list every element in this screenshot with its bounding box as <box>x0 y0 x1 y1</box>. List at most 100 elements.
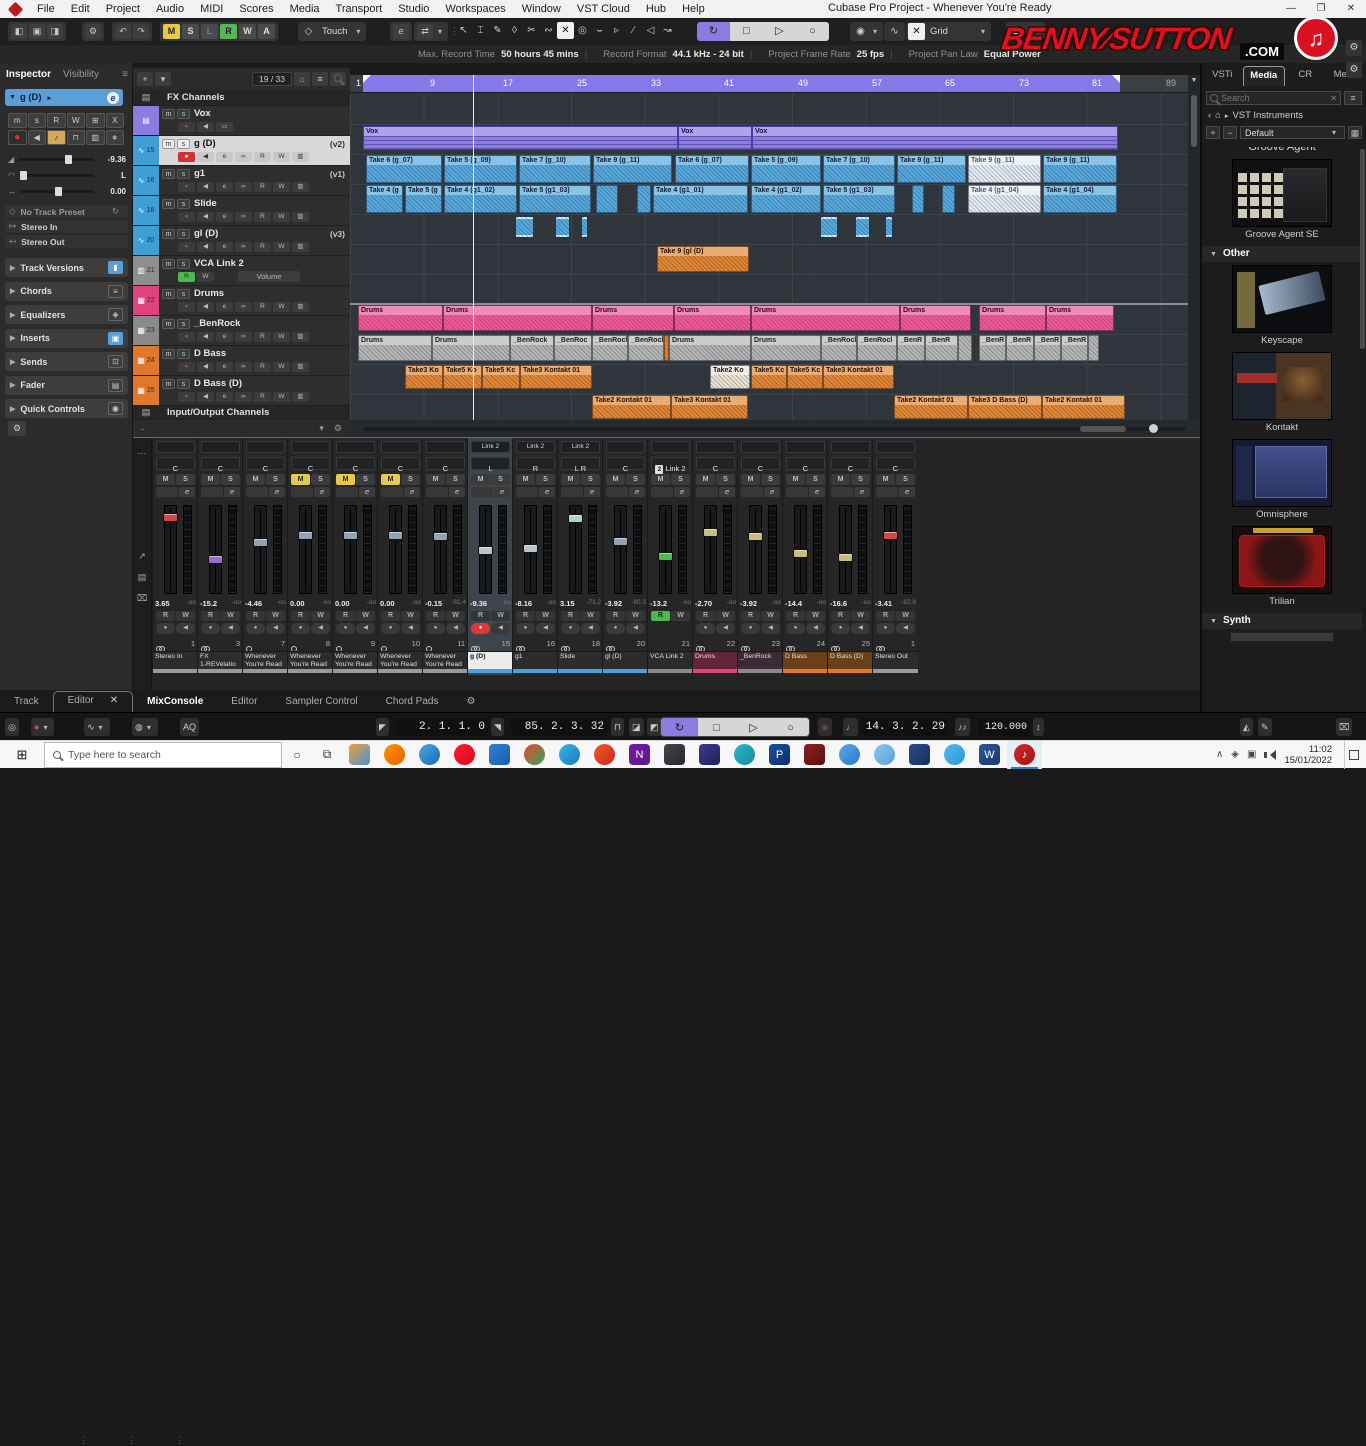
clip-take3-kontakt-01[interactable]: Take3 Kontakt 01 <box>823 365 894 389</box>
monitor-button[interactable]: ◀ <box>311 623 330 634</box>
write-button[interactable]: W <box>761 611 780 621</box>
clip-vox[interactable]: Vox <box>363 126 678 150</box>
write-automation-button[interactable]: W <box>67 113 86 128</box>
edit-channel-button[interactable]: e <box>404 487 420 497</box>
write-button[interactable]: W <box>536 611 555 621</box>
freeze-button[interactable]: ∞ <box>235 212 252 222</box>
fader-cap[interactable] <box>388 531 403 540</box>
listen-button[interactable] <box>381 487 403 497</box>
write-button[interactable]: W <box>716 611 735 621</box>
write-button[interactable]: W <box>311 611 330 621</box>
fader-cap[interactable] <box>478 546 493 555</box>
edit-channel-button[interactable]: e <box>359 487 375 497</box>
asm-s-button[interactable]: S <box>182 24 199 39</box>
clip-take-7-g-10[interactable]: Take 7 (g_10) <box>519 155 591 183</box>
pan-control[interactable]: C <box>336 457 375 470</box>
lock-icon[interactable]: ⊓ <box>67 130 86 145</box>
pan-control[interactable]: C <box>291 457 330 470</box>
info-value[interactable]: 50 hours 45 mins <box>501 49 579 60</box>
auto-scroll-icon[interactable]: ⇄ <box>417 24 433 39</box>
channel-name[interactable]: D Bass (D) <box>828 651 873 669</box>
media-search-input[interactable]: Search ✕ <box>1206 91 1341 105</box>
routing-slot[interactable] <box>426 441 465 453</box>
project-position-display[interactable]: 14. 3. 2. 29 <box>862 718 948 736</box>
edit-channel-button[interactable]: e <box>899 487 915 497</box>
fader-area[interactable] <box>153 501 198 598</box>
read-button[interactable]: R <box>516 611 535 621</box>
clip-drums[interactable]: Drums <box>358 335 432 361</box>
solo-button[interactable]: S <box>761 474 780 485</box>
record-arm-button[interactable]: ● <box>696 623 715 634</box>
mute-button[interactable]: M <box>831 474 850 485</box>
fader-icon[interactable]: ▤ <box>108 379 123 392</box>
left-locator-flag-icon[interactable]: ◤ <box>376 718 389 736</box>
edit-channel-button[interactable]: e <box>539 487 555 497</box>
taskbar-app-onenote[interactable]: N <box>622 741 657 769</box>
midi-activity-icon[interactable]: ◭ <box>1240 718 1253 736</box>
zoom-slider-handle[interactable] <box>1149 424 1158 433</box>
listen-button[interactable] <box>606 487 628 497</box>
infoline-setup-gear-icon[interactable]: ⚙ <box>1346 62 1362 78</box>
inspector-section-fader[interactable]: ▶Fader▤ <box>5 376 128 395</box>
clip-drums[interactable]: Drums <box>443 305 592 331</box>
section-header-synth[interactable]: ▼Synth <box>1202 613 1362 629</box>
clip-benr[interactable]: _BenR <box>925 335 958 361</box>
quick-controls-icon[interactable]: ◉ <box>108 402 123 415</box>
track-vox[interactable]: ▤msVox●◀▭ <box>133 106 350 136</box>
scroll-up-icon[interactable]: ▼ <box>1188 77 1200 84</box>
horizontal-scrollbar[interactable] <box>350 420 1200 437</box>
clip-drums[interactable]: Drums <box>900 305 971 331</box>
listen-button[interactable] <box>831 487 853 497</box>
record-button[interactable]: ○ <box>796 22 829 41</box>
edit-channel-button[interactable]: e <box>216 212 233 222</box>
monitor-button[interactable]: ◀ <box>446 623 465 634</box>
mute-button[interactable]: M <box>426 474 445 485</box>
track-slide[interactable]: ∿18msSlide●◀e∞RW▥ <box>133 196 350 226</box>
routing-slot[interactable] <box>606 441 645 453</box>
clip-benr[interactable]: _BenR <box>897 335 925 361</box>
monitor-button[interactable]: ◀ <box>536 623 555 634</box>
clip-drums[interactable]: Drums <box>1046 305 1114 331</box>
read-button[interactable]: R <box>336 611 355 621</box>
track-g1[interactable]: ∿16msg1(v1)●◀e∞RW▥ <box>133 166 350 196</box>
track-drums[interactable]: ▦22msDrums●◀e∞RW▥ <box>133 286 350 316</box>
routing-slot[interactable]: Link 2 <box>471 441 510 453</box>
fader-area[interactable] <box>513 501 558 598</box>
add-track-button[interactable]: + <box>137 72 153 86</box>
clip-take-5-g1-03[interactable]: Take 5 (g1_03) <box>519 185 591 213</box>
lanes-button[interactable]: ⊞ <box>86 113 105 128</box>
open-automation-panel[interactable]: e <box>390 22 412 41</box>
solo-button[interactable]: s <box>177 289 190 299</box>
mute-button[interactable]: M <box>291 474 310 485</box>
info-value[interactable]: 44.1 kHz - 24 bit <box>673 49 744 60</box>
routing-slot[interactable]: Link 2 <box>561 441 600 453</box>
clip-blue[interactable] <box>942 185 955 213</box>
track-list-gear-icon[interactable]: ⚙ <box>334 423 342 434</box>
monitor-button[interactable]: ◀ <box>197 212 214 222</box>
menu-audio[interactable]: Audio <box>148 3 192 15</box>
clip-vox[interactable]: Vox <box>752 126 1118 150</box>
channel-name[interactable]: WheneverYou're Read <box>243 651 288 669</box>
vst-item-groove-agent-se[interactable]: Groove Agent SE <box>1202 159 1362 243</box>
menu-help[interactable]: Help <box>674 3 713 15</box>
routing-slot[interactable]: Link 2 <box>516 441 555 453</box>
inspector-section-quick-controls[interactable]: ▶Quick Controls◉ <box>5 399 128 418</box>
read-button[interactable]: R <box>561 611 580 621</box>
clip-drums[interactable]: Drums <box>669 335 751 361</box>
read-button[interactable]: R <box>291 611 310 621</box>
output-routing-row[interactable]: ↤Stereo Out <box>5 235 128 249</box>
event-display-area[interactable]: 1917253341495765738189 VoxVoxVoxTake 6 (… <box>350 75 1188 420</box>
mute-button[interactable]: m <box>162 379 175 389</box>
monitor-button[interactable]: ◀ <box>896 623 915 634</box>
write-button[interactable]: W <box>356 611 375 621</box>
network-icon[interactable]: ▣ <box>1247 749 1256 760</box>
solo-button[interactable]: s <box>177 109 190 119</box>
tool-hand[interactable]: ⌣ <box>591 22 608 39</box>
pan-control[interactable]: C <box>741 457 780 470</box>
freeze-button[interactable]: ∞ <box>235 302 252 312</box>
edit-channel-button[interactable]: e <box>216 392 233 402</box>
track-filter-icon[interactable]: ≡ <box>312 72 328 86</box>
channel-name[interactable]: g1 <box>513 651 558 669</box>
clip-take-9-g-11[interactable]: Take 9 (g_11) <box>897 155 966 183</box>
write-button[interactable]: W <box>581 611 600 621</box>
